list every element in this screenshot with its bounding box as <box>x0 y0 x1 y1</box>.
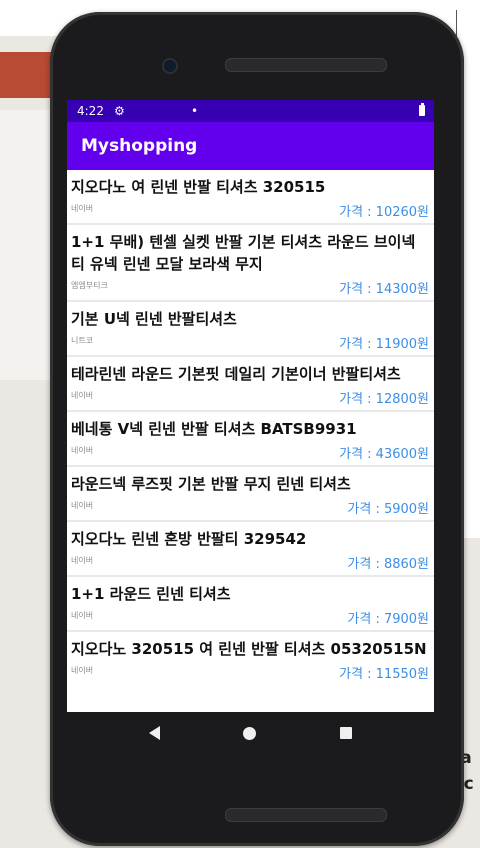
product-title: 1+1 라운드 린넨 티셔츠 <box>71 585 231 603</box>
product-title: 베네통 V넥 린넨 반팔 티셔츠 BATSB9931 <box>71 420 357 438</box>
list-item[interactable]: 테라린넨 라운드 기본핏 데일리 기본이너 반팔티셔츠 네이버 가격 : 1280… <box>67 357 434 410</box>
notification-dot-icon: • <box>191 104 199 118</box>
mall-name: 네이버 <box>71 446 94 455</box>
mall-name: 니트코 <box>71 336 94 345</box>
phone-screen: 4:22 ⚙ • Myshopping 지오다노 여 린넨 반팔 티셔츠 320… <box>67 100 434 712</box>
list-item[interactable]: 기본 U넥 린넨 반팔티셔츠 니트코 가격 : 11900원 <box>67 302 434 355</box>
product-price: 가격 : 12800원 <box>339 392 429 407</box>
product-list[interactable]: 지오다노 여 린넨 반팔 티셔츠 320515 네이버 가격 : 10260원 1… <box>67 170 434 685</box>
product-price: 가격 : 43600원 <box>339 447 429 462</box>
front-camera <box>162 58 178 74</box>
navigation-bar <box>67 712 434 754</box>
product-title: 1+1 무배) 텐셀 실켓 반팔 기본 티셔츠 라운드 브이넥 티 유넥 린넨 … <box>71 233 416 273</box>
product-price: 가격 : 11900원 <box>339 337 429 352</box>
mall-name: 네이버 <box>71 391 94 400</box>
product-title: 테라린넨 라운드 기본핏 데일리 기본이너 반팔티셔츠 <box>71 365 401 383</box>
list-item[interactable]: 지오다노 여 린넨 반팔 티셔츠 320515 네이버 가격 : 10260원 <box>67 170 434 223</box>
status-bar: 4:22 ⚙ • <box>67 100 434 122</box>
bottom-speaker <box>225 808 387 822</box>
status-time: 4:22 <box>77 104 104 118</box>
product-title: 지오다노 320515 여 린넨 반팔 티셔츠 05320515N <box>71 640 427 658</box>
product-price: 가격 : 11550원 <box>339 667 429 682</box>
product-price: 가격 : 10260원 <box>339 205 429 220</box>
product-title: 지오다노 여 린넨 반팔 티셔츠 320515 <box>71 178 326 196</box>
list-item[interactable]: 1+1 무배) 텐셀 실켓 반팔 기본 티셔츠 라운드 브이넥 티 유넥 린넨 … <box>67 225 434 300</box>
product-title: 지오다노 린넨 혼방 반팔티 329542 <box>71 530 307 548</box>
mall-name: 네이버 <box>71 556 94 565</box>
product-price: 가격 : 7900원 <box>347 612 429 627</box>
list-item[interactable]: 라운드넥 루즈핏 기본 반팔 무지 린넨 티셔츠 네이버 가격 : 5900원 <box>67 467 434 520</box>
mall-name: 엠엠부티크 <box>71 281 108 290</box>
list-item[interactable]: 1+1 라운드 린넨 티셔츠 네이버 가격 : 7900원 <box>67 577 434 630</box>
mall-name: 네이버 <box>71 204 94 213</box>
mall-name: 네이버 <box>71 666 94 675</box>
gear-icon: ⚙ <box>113 104 125 118</box>
battery-icon <box>419 103 425 116</box>
mall-name: 네이버 <box>71 501 94 510</box>
product-title: 라운드넥 루즈핏 기본 반팔 무지 린넨 티셔츠 <box>71 475 351 493</box>
list-item[interactable]: 지오다노 320515 여 린넨 반팔 티셔츠 05320515N 네이버 가격 … <box>67 632 434 685</box>
home-icon[interactable] <box>243 726 257 740</box>
product-price: 가격 : 14300원 <box>339 282 429 297</box>
product-title: 기본 U넥 린넨 반팔티셔츠 <box>71 310 237 328</box>
earpiece-speaker <box>225 58 387 72</box>
list-item[interactable]: 지오다노 린넨 혼방 반팔티 329542 네이버 가격 : 8860원 <box>67 522 434 575</box>
app-bar: Myshopping <box>67 122 434 170</box>
product-price: 가격 : 8860원 <box>347 557 429 572</box>
back-icon[interactable] <box>148 726 160 740</box>
recent-apps-icon[interactable] <box>340 727 353 739</box>
list-item[interactable]: 베네통 V넥 린넨 반팔 티셔츠 BATSB9931 네이버 가격 : 43600… <box>67 412 434 465</box>
app-title: Myshopping <box>81 136 198 156</box>
mall-name: 네이버 <box>71 611 94 620</box>
product-price: 가격 : 5900원 <box>347 502 429 517</box>
